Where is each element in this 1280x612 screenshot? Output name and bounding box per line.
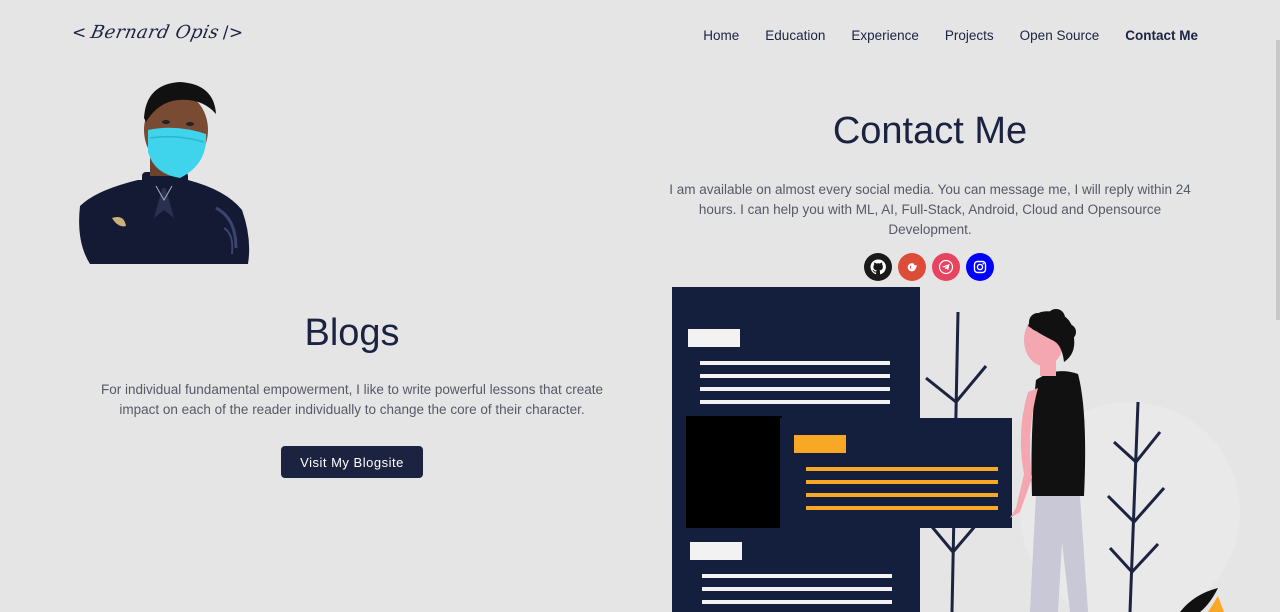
profile-avatar [79,82,250,264]
nav-projects[interactable]: Projects [945,28,994,43]
contact-illustration [672,287,1240,612]
nav-home[interactable]: Home [703,28,739,43]
blogs-title: Blogs [304,312,400,354]
logo-signature: Bernard Opis [88,22,221,43]
logo-close-bracket: /> [222,22,244,43]
contact-title: Contact Me [832,110,1028,152]
page-scrollbar[interactable] [1276,0,1280,612]
nav-education[interactable]: Education [765,28,825,43]
blogs-description: For individual fundamental empowerment, … [101,382,603,417]
telegram-icon[interactable] [932,253,960,281]
logo-open-bracket: < [72,22,87,43]
contact-description: I am available on almost every social me… [669,182,1191,237]
scrollbar-thumb[interactable] [1276,40,1280,320]
nav-contact-me[interactable]: Contact Me [1125,28,1198,43]
nav-experience[interactable]: Experience [851,28,919,43]
visit-blogsite-button[interactable]: Visit My Blogsite [281,446,423,478]
main-nav: Home Education Experience Projects Open … [703,28,1198,43]
instagram-icon[interactable] [966,253,994,281]
social-links [864,253,994,281]
nav-open-source[interactable]: Open Source [1020,28,1100,43]
site-logo[interactable]: < Bernard Opis /> [72,22,244,43]
github-icon[interactable] [864,253,892,281]
google-icon[interactable] [898,253,926,281]
